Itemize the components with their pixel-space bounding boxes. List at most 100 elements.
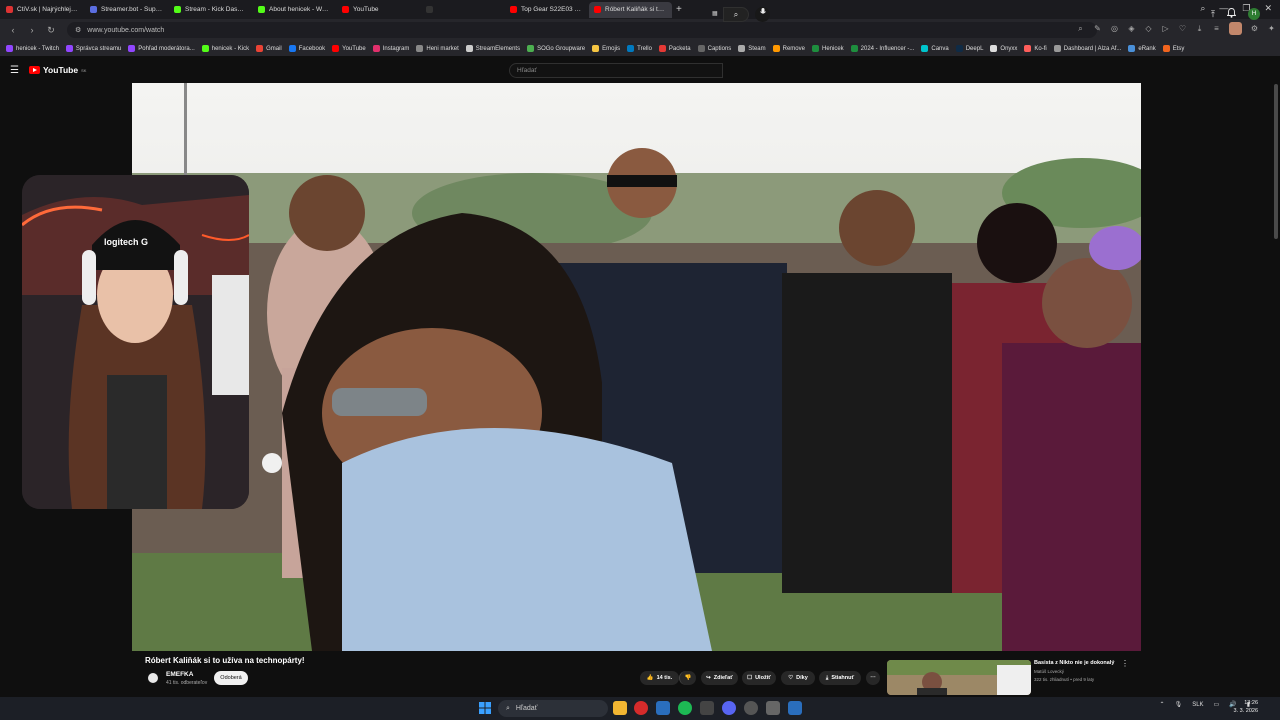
new-tab-button[interactable]: + [676,4,682,15]
close-icon[interactable]: ✕ [1264,3,1272,14]
bookmark-item[interactable]: Steam [738,45,766,52]
bookmark-item[interactable]: Trello [627,45,652,52]
obs-icon[interactable] [744,701,758,715]
spotify-icon[interactable] [678,701,692,715]
recommendation-title[interactable]: Basista z Nikto nie je dokonalý [1034,660,1114,666]
tab-favicon-icon [342,6,349,13]
edit-icon[interactable]: ✎ [1093,24,1102,33]
bookmark-item[interactable]: Remove [772,45,805,52]
bookmark-item[interactable]: YouTube [332,45,366,52]
save-button[interactable]: ☐ Uložiť [742,671,776,685]
discord-icon[interactable] [722,701,736,715]
bookmark-item[interactable]: henicek - Twitch [6,45,59,52]
browser-tab[interactable]: ČtiV.sk | Najrýchlejší Scre [1,2,84,18]
share-button[interactable]: ↪ Zdieľať [701,671,738,685]
browser-tab[interactable] [421,2,504,18]
profile-icon[interactable] [1229,22,1242,35]
page-scrollbar[interactable] [1274,84,1278,239]
notifications-icon[interactable] [1226,8,1237,20]
avatar[interactable]: H [1248,8,1260,20]
dislike-button[interactable]: 👎 [679,671,696,685]
bookmark-item[interactable]: Henicek [811,45,844,52]
language-indicator[interactable]: SLK [1192,702,1203,708]
favorites-icon[interactable]: ♡ [1178,24,1187,33]
bookmark-item[interactable]: Správca streamu [65,45,121,52]
bookmark-item[interactable]: eRank [1128,45,1156,52]
bookmark-item[interactable]: Ko-fi [1024,45,1047,52]
browser-tab[interactable]: Top Gear S22E03 Hammo [505,2,588,18]
browser-tab[interactable]: YouTube [337,2,420,18]
app-icon[interactable] [766,701,780,715]
thanks-button[interactable]: ♡ Díky [781,671,815,685]
video-player[interactable] [132,83,1141,651]
bookmark-item[interactable]: Canva [921,45,949,52]
extension-icon[interactable]: ◈ [1127,24,1136,33]
file-explorer-icon[interactable] [613,701,627,715]
bookmark-item[interactable]: Onyxx [990,45,1017,52]
hamburger-menu-icon[interactable]: ☰ [10,65,19,76]
search-tabs-icon[interactable]: ⌕ [1200,3,1205,14]
bookmark-item[interactable]: Captions [697,45,731,52]
bookmark-item[interactable]: SOGo Groupware [527,45,585,52]
bookmark-item[interactable]: Packeta [658,45,691,52]
reload-icon[interactable]: ↻ [45,25,57,36]
taskbar-search[interactable]: ⌕ Hľadať [498,700,608,717]
menu-icon[interactable]: ≡ [1212,24,1221,33]
bookmark-item[interactable]: 2024 - Influencer -... [850,45,914,52]
player-icon[interactable]: ▷ [1161,24,1170,33]
bookmark-item[interactable]: Etsy [1162,45,1184,52]
back-icon[interactable]: ‹ [7,25,19,35]
bookmark-item[interactable]: Instagram [372,45,409,52]
channel-avatar[interactable] [146,671,160,685]
zoom-icon[interactable]: ⌕ [1076,24,1085,33]
download-button[interactable]: ⤓ Stiahnuť [819,671,861,685]
bookmark-item[interactable]: StreamElements [465,45,520,52]
system-clock[interactable]: 13:26 3. 3. 2026 [1234,699,1258,715]
more-actions-button[interactable]: ⋯ [866,671,880,685]
bookmark-item[interactable]: henicek - Kick [201,45,249,52]
bookmark-label: Onyxx [1000,45,1018,52]
download-icon[interactable]: ⤓ [1195,24,1204,33]
like-button[interactable]: 👍 14 tis. [640,671,679,685]
recommendation-menu-icon[interactable]: ⋮ [1121,659,1129,668]
ai-icon[interactable]: ✦ [1267,24,1276,33]
search-button[interactable]: ⌕ [723,7,749,22]
bookmark-item[interactable]: Dashboard | Alza Af... [1053,45,1121,52]
network-icon[interactable]: ▭ [1214,701,1220,708]
create-icon[interactable]: ⤒ [1211,9,1215,20]
bookmark-item[interactable]: DeepL [955,45,983,52]
screenshot-icon[interactable]: ◎ [1110,24,1119,33]
windows-start-icon[interactable] [478,701,492,715]
xbox-icon[interactable] [700,701,714,715]
tab-label: ČtiV.sk | Najrýchlejší Scre [17,6,79,13]
streamer-bot-icon[interactable] [788,701,802,715]
browser-tab[interactable]: Streamer.bot - Superchar [85,2,168,18]
browser-tab-active[interactable]: Róbert Kaliňák si to uží [589,1,672,18]
site-info-icon[interactable]: ⚙ [75,26,81,34]
bookmark-item[interactable]: Gmail [256,45,282,52]
youtube-logo[interactable]: YouTube SK [29,65,86,75]
keyboard-icon[interactable]: ▦ [712,10,718,17]
browser-tab[interactable]: About henicek - Watch Li [253,2,336,18]
voice-search-button[interactable] [755,7,770,22]
recommendation-thumbnail[interactable] [887,660,1031,695]
url-field[interactable]: ⚙ www.youtube.com/watch [67,22,1097,38]
opera-browser-icon[interactable] [634,701,648,715]
forward-icon[interactable]: › [26,25,38,35]
bookmark-item[interactable]: Heni market [416,45,459,52]
tray-chevron-icon[interactable]: ⌃ [1160,701,1165,708]
subscribed-button[interactable]: Odoberá [214,671,248,685]
search-input[interactable]: Hľadať [509,63,723,78]
steam-icon[interactable] [656,701,670,715]
channel-name[interactable]: EMEFKA [166,671,193,678]
tab-label: Róbert Kaliňák si to uží [605,6,667,13]
bookmark-item[interactable]: Facebook [288,45,325,52]
settings-icon[interactable]: ⚙ [1250,24,1259,33]
vpn-icon[interactable]: ◇ [1144,24,1153,33]
thumbnail-image [887,660,1031,695]
recommendation-channel[interactable]: Matúš Lovecký [1034,669,1064,674]
browser-tab[interactable]: Stream - Kick Dashboard [169,2,252,18]
bookmark-item[interactable]: Pohľad moderátora... [128,45,195,52]
microphone-tray-icon[interactable]: 🎙 [1175,701,1183,708]
bookmark-item[interactable]: Emojis [592,45,620,52]
